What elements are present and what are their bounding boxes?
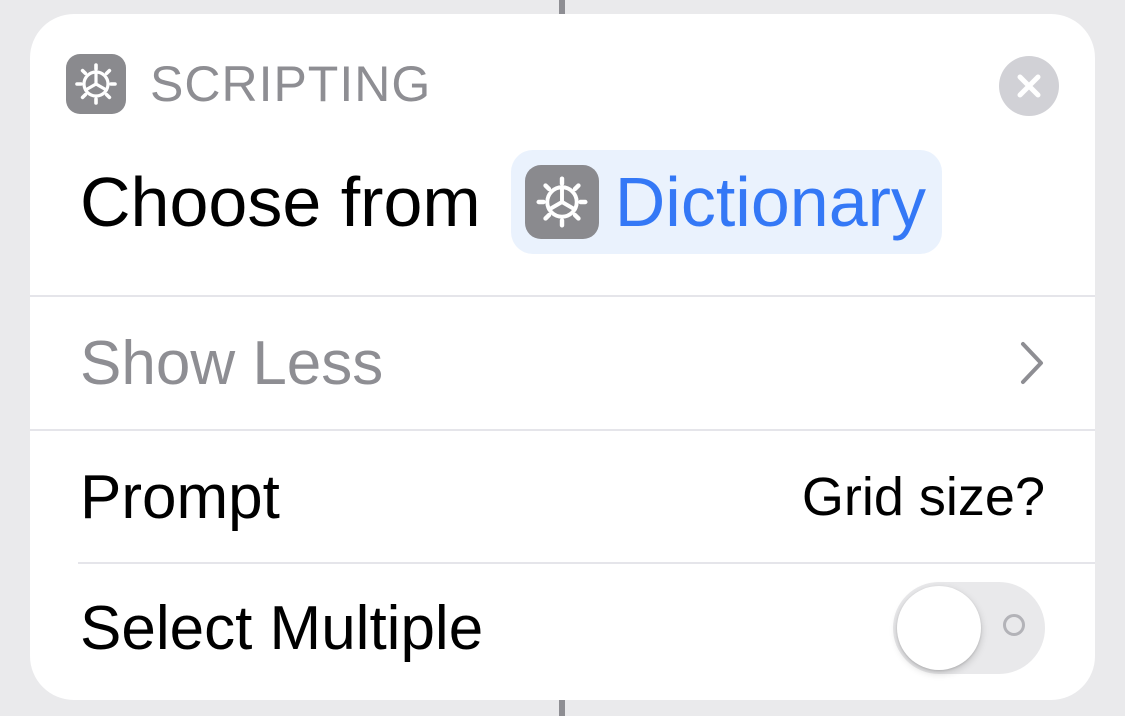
show-less-row[interactable]: Show Less — [30, 297, 1095, 429]
toggle-knob[interactable] — [897, 586, 981, 670]
toggle-off-icon — [1003, 614, 1025, 636]
connector-line-bottom — [559, 700, 565, 716]
show-less-label: Show Less — [80, 328, 384, 398]
select-multiple-toggle[interactable] — [893, 582, 1045, 674]
select-multiple-row: Select Multiple — [30, 562, 1095, 694]
select-multiple-label: Select Multiple — [80, 593, 484, 663]
chevron-right-icon — [1019, 340, 1045, 386]
gear-icon — [66, 54, 126, 114]
action-card: SCRIPTING Choose from Dictionary Show Le… — [30, 14, 1095, 700]
category-label: SCRIPTING — [150, 56, 432, 112]
action-title: Choose from — [80, 163, 481, 241]
prompt-row[interactable]: Prompt Grid size? — [30, 431, 1095, 563]
dictionary-variable-token[interactable]: Dictionary — [510, 150, 942, 254]
close-button[interactable] — [999, 56, 1059, 116]
action-header: SCRIPTING — [66, 54, 431, 114]
close-icon — [1017, 74, 1041, 98]
prompt-value[interactable]: Grid size? — [802, 466, 1045, 528]
prompt-label: Prompt — [80, 462, 280, 532]
gear-icon — [524, 165, 599, 239]
variable-label: Dictionary — [614, 163, 926, 241]
action-summary: Choose from Dictionary — [80, 150, 942, 254]
